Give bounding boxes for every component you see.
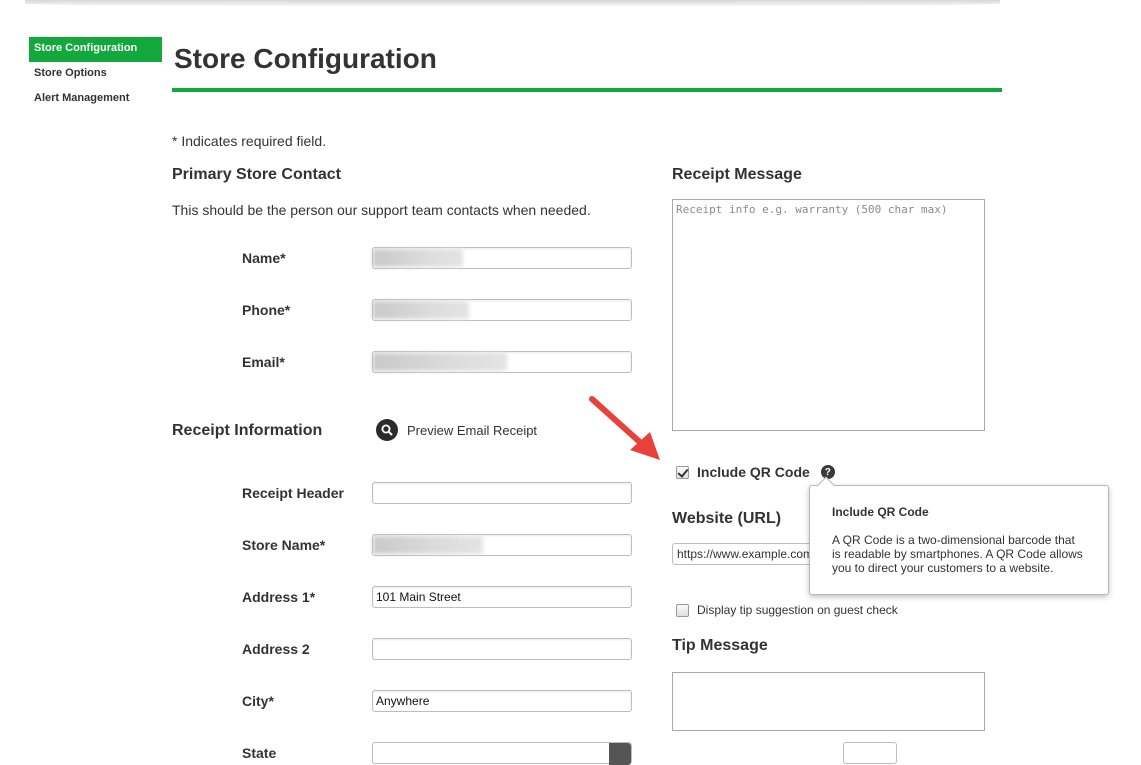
receipt-message-heading: Receipt Message [672,166,802,183]
required-field-note: * Indicates required field. [172,133,327,149]
sidebar-nav: Store Configuration Store Options Alert … [29,37,162,112]
title-divider [172,88,1002,92]
sidebar-item-store-options[interactable]: Store Options [29,62,162,87]
include-qr-checkbox[interactable] [676,465,689,479]
sidebar-item-store-configuration[interactable]: Store Configuration [29,37,162,62]
receipt-information-heading: Receipt Information [172,422,323,439]
primary-contact-description: This should be the person our support te… [172,202,591,218]
phone-redacted [373,301,469,319]
preview-email-receipt-label: Preview Email Receipt [407,422,538,438]
page-title: Store Configuration [174,43,437,74]
store-name-label: Store Name* [242,537,326,553]
tip-suggestion-label: Display tip suggestion on guest check [697,603,898,617]
chevron-down-icon [609,743,631,765]
preview-email-receipt-link[interactable]: Preview Email Receipt [376,418,537,442]
tip-message-heading: Tip Message [672,637,768,654]
tip-suggestion-checkbox[interactable] [676,603,689,617]
tooltip-title: Include QR Code [832,505,929,519]
website-url-field[interactable] [672,543,832,565]
include-qr-row: Include QR Code ? [676,464,835,480]
receipt-header-field[interactable] [372,482,632,504]
tip-percent-field[interactable] [843,742,897,764]
primary-contact-heading: Primary Store Contact [172,166,341,183]
email-label: Email* [242,354,285,370]
phone-label: Phone* [242,302,291,318]
state-select[interactable] [372,742,632,765]
name-label: Name* [242,250,286,266]
store-name-redacted [373,536,483,554]
qr-code-tooltip: Include QR Code A QR Code is a two-dimen… [809,476,1109,595]
annotation-arrow-icon [589,396,660,460]
tip-message-textarea[interactable] [672,672,985,731]
name-redacted [373,249,463,267]
city-field[interactable] [372,690,632,712]
address2-label: Address 2 [242,641,310,657]
receipt-header-label: Receipt Header [242,485,344,501]
state-label: State [242,745,277,761]
address1-field[interactable] [372,586,632,608]
receipt-message-textarea[interactable] [672,199,985,431]
tooltip-body: A QR Code is a two-dimensional barcode t… [832,533,1083,575]
email-redacted [373,353,507,371]
sidebar-item-alert-management[interactable]: Alert Management [29,87,162,112]
website-heading: Website (URL) [672,510,782,527]
address2-field[interactable] [372,638,632,660]
city-label: City* [242,693,274,709]
include-qr-label: Include QR Code [697,464,810,480]
magnifier-icon [376,419,398,441]
address1-label: Address 1* [242,589,316,605]
tip-suggestion-row: Display tip suggestion on guest check [676,603,898,617]
help-icon[interactable]: ? [820,465,835,479]
top-shadow [25,0,1000,7]
